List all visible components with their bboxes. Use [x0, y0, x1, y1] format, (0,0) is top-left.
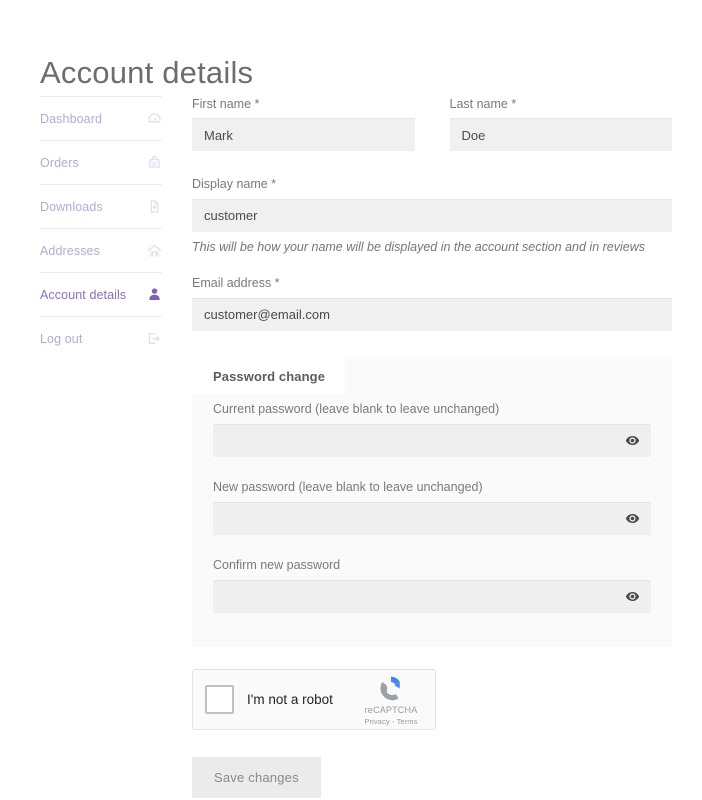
email-group: Email address * [192, 275, 672, 331]
sidebar-item-label: Dashboard [40, 111, 103, 126]
sidebar-item-label: Log out [40, 331, 83, 346]
page-title: Account details [40, 54, 254, 90]
current-password-label: Current password (leave blank to leave u… [213, 401, 500, 416]
recaptcha-checkbox[interactable] [205, 685, 234, 715]
sidebar-item-orders[interactable]: Orders [40, 140, 162, 184]
last-name-input[interactable] [449, 118, 672, 152]
eye-icon[interactable] [621, 586, 643, 608]
sidebar-item-addresses[interactable]: Addresses [40, 228, 162, 272]
email-label: Email address * [192, 276, 280, 291]
first-name-input[interactable] [192, 118, 415, 152]
dashboard-gauge-icon [147, 111, 162, 126]
first-name-group: First name * [192, 96, 415, 152]
sidebar-item-label: Downloads [40, 199, 103, 214]
home-icon [147, 243, 162, 258]
current-password-wrap [213, 423, 651, 457]
confirm-password-label: Confirm new password [213, 558, 341, 573]
recaptcha-widget[interactable]: I'm not a robot reCAPTCHA Privacy - Term… [192, 669, 436, 731]
password-change-fieldset: Password change Current password (leave … [192, 356, 672, 648]
new-password-wrap [213, 502, 651, 536]
display-name-label: Display name * [192, 177, 277, 192]
recaptcha-logo-icon [380, 676, 400, 701]
sidebar-item-log-out[interactable]: Log out [40, 316, 162, 360]
recaptcha-label: I'm not a robot [247, 692, 333, 708]
confirm-password-wrap [213, 580, 651, 614]
eye-icon[interactable] [621, 508, 643, 530]
sidebar-item-account-details[interactable]: Account details [40, 272, 162, 316]
confirm-password-group: Confirm new password [213, 557, 651, 614]
password-change-legend: Password change [192, 356, 346, 394]
display-name-group: Display name * This will be how your nam… [192, 176, 672, 255]
email-input[interactable] [192, 297, 672, 331]
last-name-group: Last name * [449, 96, 672, 152]
new-password-label: New password (leave blank to leave uncha… [213, 479, 483, 494]
new-password-group: New password (leave blank to leave uncha… [213, 479, 651, 536]
sign-out-icon [147, 331, 162, 346]
account-details-form: First name * Last name * Display name * … [192, 96, 672, 799]
account-sidebar-nav: Dashboard Orders Downloads Addresses Acc… [40, 96, 162, 360]
display-name-help-text: This will be how your name will be displ… [192, 239, 646, 254]
recaptcha-links[interactable]: Privacy - Terms [358, 717, 424, 727]
save-changes-button[interactable]: Save changes [192, 757, 321, 799]
name-row: First name * Last name * [192, 96, 672, 152]
eye-icon[interactable] [621, 429, 643, 451]
sidebar-item-downloads[interactable]: Downloads [40, 184, 162, 228]
first-name-label: First name * [192, 97, 260, 111]
current-password-group: Current password (leave blank to leave u… [213, 401, 651, 457]
download-file-icon [147, 199, 162, 214]
recaptcha-branding: reCAPTCHA Privacy - Terms [358, 673, 424, 727]
sidebar-item-label: Orders [40, 155, 79, 170]
sidebar-item-label: Account details [40, 287, 127, 302]
display-name-input[interactable] [192, 198, 672, 232]
confirm-password-input[interactable] [213, 580, 651, 614]
user-icon [147, 287, 162, 302]
sidebar-item-label: Addresses [40, 243, 100, 258]
shopping-bag-icon [147, 155, 162, 170]
current-password-input[interactable] [213, 423, 651, 457]
sidebar-item-dashboard[interactable]: Dashboard [40, 96, 162, 140]
recaptcha-brand-text: reCAPTCHA [364, 705, 418, 716]
last-name-label: Last name * [449, 97, 517, 111]
new-password-input[interactable] [213, 502, 651, 536]
